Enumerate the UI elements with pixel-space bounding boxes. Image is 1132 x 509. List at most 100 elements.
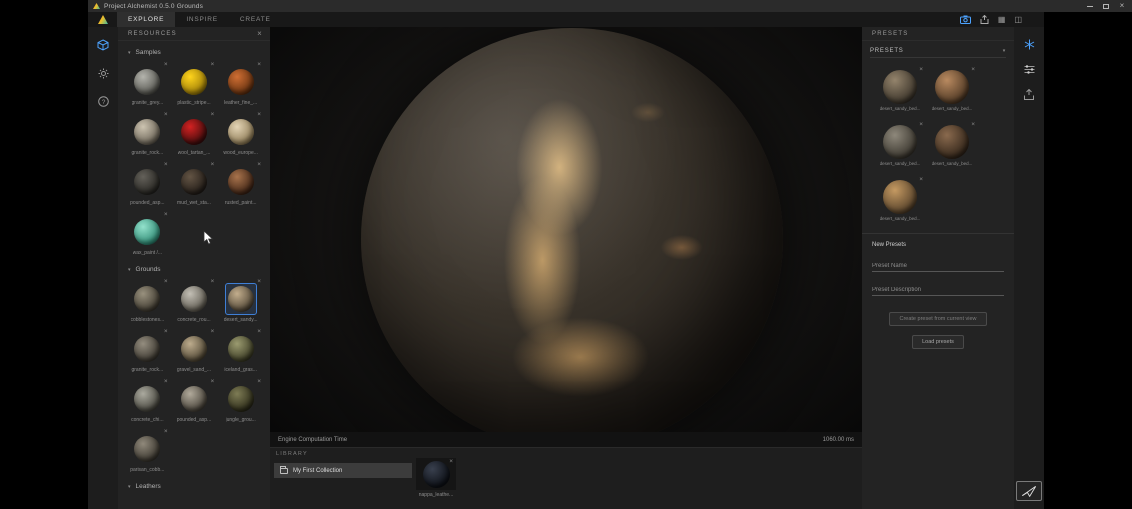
nav-tab[interactable]: INSPIRE bbox=[175, 12, 229, 27]
preset-description-input[interactable] bbox=[872, 284, 1004, 296]
remove-icon[interactable]: × bbox=[164, 429, 168, 436]
section-leathers[interactable]: ▾ Leathers bbox=[118, 475, 270, 495]
load-presets-button[interactable]: Load presets bbox=[912, 335, 964, 349]
collection-item[interactable]: My First Collection bbox=[274, 463, 412, 478]
section-samples[interactable]: ▾ Samples bbox=[118, 41, 270, 61]
remove-icon[interactable]: × bbox=[257, 162, 261, 169]
material-sphere bbox=[228, 119, 254, 145]
remove-icon[interactable]: × bbox=[971, 67, 975, 74]
remove-icon[interactable]: × bbox=[164, 279, 168, 286]
material-label: mud_wet_sta... bbox=[177, 200, 211, 206]
settings-gear-icon[interactable] bbox=[98, 68, 109, 79]
remove-icon[interactable]: × bbox=[164, 112, 168, 119]
material-sphere bbox=[181, 69, 207, 95]
layout-grid-icon[interactable]: ▦ bbox=[998, 16, 1006, 24]
preset-name-input[interactable] bbox=[872, 260, 1004, 272]
remove-icon[interactable]: × bbox=[257, 379, 261, 386]
preset-thumbnail[interactable]: × desert_sandy_bed... bbox=[874, 121, 926, 166]
explore-cube-icon[interactable] bbox=[97, 39, 109, 51]
remove-icon[interactable]: × bbox=[211, 112, 215, 119]
maximize-button[interactable] bbox=[1098, 0, 1114, 12]
material-sphere bbox=[181, 286, 207, 312]
minimize-button[interactable] bbox=[1082, 0, 1098, 12]
remove-icon[interactable]: × bbox=[919, 67, 923, 74]
close-panel-icon[interactable]: × bbox=[257, 30, 263, 38]
material-thumbnail[interactable]: × pounded_asp... bbox=[124, 161, 171, 208]
viewport-statusbar: Engine Computation Time 1060.00 ms bbox=[270, 432, 862, 447]
material-thumbnail[interactable]: × plastic_stripe... bbox=[171, 61, 218, 108]
remove-icon[interactable]: × bbox=[971, 122, 975, 129]
remove-icon[interactable]: × bbox=[211, 379, 215, 386]
viewport-3d[interactable]: Engine Computation Time 1060.00 ms bbox=[270, 27, 862, 447]
filters-icon[interactable] bbox=[1024, 65, 1035, 74]
material-label: wood_europe... bbox=[223, 150, 257, 156]
material-thumbnail[interactable]: × pounded_asp... bbox=[171, 378, 218, 425]
layout-columns-icon[interactable]: ◫ bbox=[1014, 16, 1022, 24]
create-preset-button[interactable]: Create preset from current view bbox=[889, 312, 986, 326]
remove-icon[interactable]: × bbox=[211, 279, 215, 286]
material-thumbnail[interactable]: × granite_rock... bbox=[124, 328, 171, 375]
remove-icon[interactable]: × bbox=[257, 62, 261, 69]
material-thumbnail[interactable]: × granite_grey... bbox=[124, 61, 171, 108]
remove-icon[interactable]: × bbox=[257, 329, 261, 336]
remove-icon[interactable]: × bbox=[164, 162, 168, 169]
viewport-settings-icon[interactable] bbox=[1024, 39, 1035, 50]
material-thumbnail[interactable]: × rusted_paint... bbox=[217, 161, 264, 208]
remove-icon[interactable]: × bbox=[257, 279, 261, 286]
material-thumbnail[interactable]: × parisan_cobb... bbox=[124, 428, 171, 475]
material-preview-sphere[interactable] bbox=[361, 28, 783, 447]
material-thumbnail[interactable]: × mud_wet_sta... bbox=[171, 161, 218, 208]
app-logo-icon bbox=[93, 3, 100, 9]
sphere-frame bbox=[225, 383, 257, 415]
presets-dropdown[interactable]: PRESETS ▾ bbox=[870, 44, 1006, 58]
nav-tab[interactable]: EXPLORE bbox=[117, 12, 175, 27]
material-thumbnail[interactable]: × gravel_sand_... bbox=[171, 328, 218, 375]
material-thumbnail[interactable]: × wood_europe... bbox=[217, 111, 264, 158]
remove-icon[interactable]: × bbox=[211, 62, 215, 69]
remove-icon[interactable]: × bbox=[211, 329, 215, 336]
remove-icon[interactable]: × bbox=[257, 112, 261, 119]
preset-thumbnail[interactable]: × desert_sandy_bed... bbox=[926, 121, 978, 166]
remove-icon[interactable]: × bbox=[164, 379, 168, 386]
material-thumbnail[interactable]: × granite_rock... bbox=[124, 111, 171, 158]
remove-icon[interactable]: × bbox=[164, 212, 168, 219]
material-thumbnail[interactable]: × wool_tartan_... bbox=[171, 111, 218, 158]
new-presets-heading: New Presets bbox=[872, 242, 1004, 248]
material-thumbnail[interactable]: × concrete_chi... bbox=[124, 378, 171, 425]
preset-thumbnail[interactable]: × desert_sandy_bed... bbox=[874, 66, 926, 111]
material-sphere bbox=[228, 169, 254, 195]
material-thumbnail[interactable]: × leather_fine_... bbox=[217, 61, 264, 108]
folder-icon bbox=[280, 468, 288, 474]
preset-thumbnail[interactable]: × desert_sandy_bed... bbox=[874, 176, 926, 221]
sphere-frame bbox=[178, 383, 210, 415]
remove-icon[interactable]: × bbox=[919, 177, 923, 184]
app-window: Project Alchemist 0.5.0 Grounds × EXPLOR… bbox=[88, 0, 1132, 509]
help-icon[interactable]: ? bbox=[98, 96, 109, 107]
remove-icon[interactable]: × bbox=[211, 162, 215, 169]
material-sphere bbox=[228, 69, 254, 95]
library-thumbnail[interactable]: × nappa_leathe... bbox=[416, 458, 456, 498]
material-thumbnail[interactable]: × desert_sandy... bbox=[217, 278, 264, 325]
left-toolbar: ? bbox=[88, 27, 118, 509]
section-grounds[interactable]: ▾ Grounds bbox=[118, 258, 270, 278]
share-icon[interactable] bbox=[980, 15, 989, 24]
preset-sphere bbox=[935, 125, 969, 159]
send-feedback-button[interactable] bbox=[1016, 481, 1042, 501]
material-thumbnail[interactable]: × jungle_grou... bbox=[217, 378, 264, 425]
material-sphere bbox=[228, 386, 254, 412]
sphere-frame bbox=[131, 66, 163, 98]
material-thumbnail[interactable]: × wax_paint /... bbox=[124, 211, 171, 258]
remove-icon[interactable]: × bbox=[449, 459, 453, 466]
material-thumbnail[interactable]: × iceland_gras... bbox=[217, 328, 264, 375]
material-label: parisan_cobb... bbox=[130, 467, 164, 473]
remove-icon[interactable]: × bbox=[164, 329, 168, 336]
export-icon[interactable] bbox=[1024, 89, 1034, 100]
close-button[interactable]: × bbox=[1114, 0, 1130, 12]
nav-tab[interactable]: CREATE bbox=[229, 12, 282, 27]
remove-icon[interactable]: × bbox=[164, 62, 168, 69]
material-thumbnail[interactable]: × concrete_rou... bbox=[171, 278, 218, 325]
material-thumbnail[interactable]: × cobblestones... bbox=[124, 278, 171, 325]
preset-thumbnail[interactable]: × desert_sandy_bed... bbox=[926, 66, 978, 111]
camera-icon[interactable] bbox=[960, 15, 971, 24]
remove-icon[interactable]: × bbox=[919, 122, 923, 129]
